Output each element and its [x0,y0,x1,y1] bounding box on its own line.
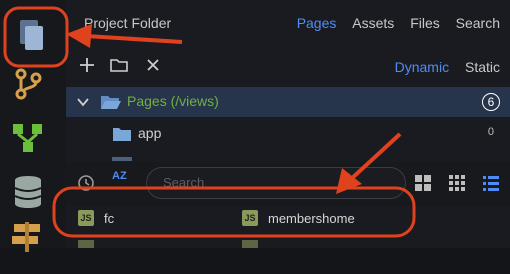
search-placeholder: Search [163,175,205,190]
pages-icon [20,20,43,50]
large-grid-icon[interactable] [414,174,432,192]
item-count: 0 [487,126,494,138]
chevron-down-icon[interactable] [76,96,90,108]
js-file-icon: JS [78,210,94,226]
folder-icon [112,157,132,161]
folder-icon [113,128,131,141]
filter-bar: AZ Search [66,162,510,206]
file-name: membershome [268,211,355,226]
panel-toolbar: Dynamic Static [66,50,510,82]
close-icon[interactable] [142,54,164,76]
js-file-icon: JS [242,210,258,226]
workflow-nav-item[interactable] [0,116,66,168]
panel-header: Project Folder Pages Assets Files Search [66,0,510,46]
search-input[interactable]: Search [146,167,406,199]
panel-title: Project Folder [84,15,172,31]
tree-row-pages[interactable]: Pages (/views) 6 [66,87,510,117]
mode-dynamic[interactable]: Dynamic [395,59,449,75]
tree-label-pages: Pages (/views) [127,93,219,109]
open-folder-icon [101,96,121,109]
file-item-fc[interactable]: JS fc [78,210,218,232]
project-panel: Project Folder Pages Assets Files Search… [66,0,510,248]
count-badge: 6 [482,93,500,111]
tab-pages[interactable]: Pages [297,15,337,31]
flow-icon [13,124,42,152]
small-grid-icon[interactable] [448,174,466,192]
tree-label-app: app [138,125,162,141]
tab-files[interactable]: Files [410,15,440,31]
panel-tabs: Pages Assets Files Search [285,15,500,31]
git-nav-item[interactable] [0,62,66,114]
tree-row-app[interactable]: app 0 [66,119,510,149]
mode-switch: Dynamic Static [383,59,500,75]
js-file-icon [78,240,94,248]
sort-az-icon[interactable]: AZ [112,170,127,182]
list-view-icon[interactable] [482,174,500,192]
database-icon [14,176,42,208]
tab-search[interactable]: Search [456,15,500,31]
mode-static[interactable]: Static [465,59,500,75]
folder-icon[interactable] [108,54,130,76]
database-nav-item[interactable] [0,170,66,222]
file-item-membershome[interactable]: JS membershome [242,210,442,232]
pages-nav-item[interactable] [0,8,66,60]
file-name: fc [104,211,115,226]
signpost-nav-item[interactable] [0,222,66,274]
branch-icon [15,68,42,100]
js-file-icon [242,240,258,248]
history-icon[interactable] [76,173,96,193]
sidebar-rail [0,0,66,252]
plus-icon[interactable] [76,54,98,76]
tab-assets[interactable]: Assets [352,15,394,31]
